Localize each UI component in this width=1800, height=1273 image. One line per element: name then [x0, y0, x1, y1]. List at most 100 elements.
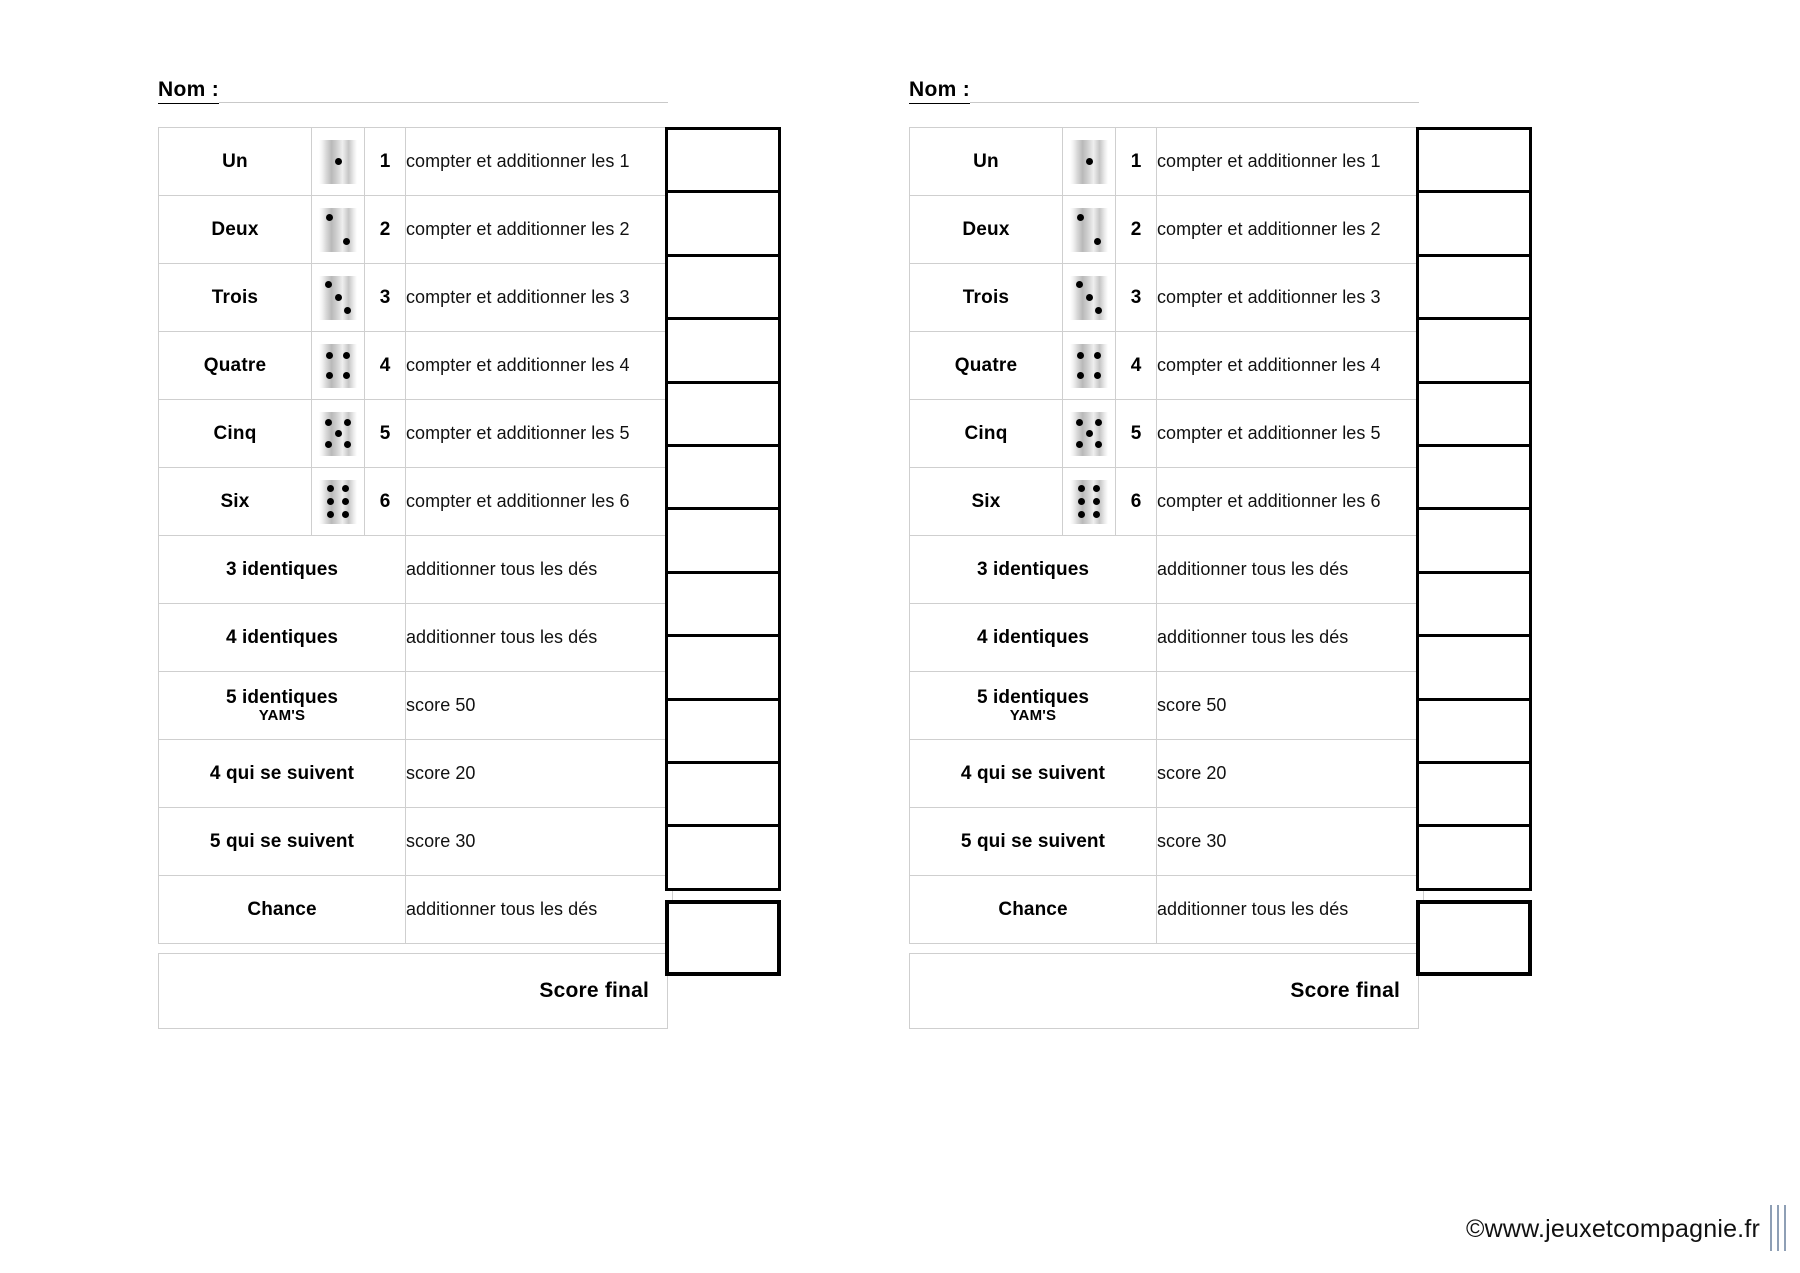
die-pip	[1077, 213, 1085, 221]
score-input-box[interactable]	[665, 253, 781, 321]
category-label-text: 4 qui se suivent	[960, 762, 1106, 784]
category-description: compter et additionner les 1	[1156, 127, 1424, 196]
die-face-2-icon	[319, 207, 357, 252]
score-input-box[interactable]	[1416, 444, 1532, 512]
score-input-box[interactable]	[1416, 317, 1532, 385]
table-row: Quatre 4 compter et additionner les 4	[909, 331, 1424, 400]
score-table: Un 1 compter et additionner les 1 Deux 2 comp…	[158, 127, 673, 944]
table-row: 5 qui se suivent score 30	[909, 807, 1424, 876]
final-score-input-box[interactable]	[1416, 900, 1532, 977]
category-description: score 50	[405, 671, 673, 740]
score-input-box[interactable]	[665, 697, 781, 765]
category-label: Deux	[158, 195, 312, 264]
category-value: 6	[1115, 467, 1157, 536]
category-label: Cinq	[158, 399, 312, 468]
name-field-row: Nom :	[158, 70, 668, 104]
die-pip	[334, 430, 342, 437]
score-input-box[interactable]	[665, 317, 781, 385]
name-input-line[interactable]	[219, 102, 668, 103]
score-input-box[interactable]	[665, 127, 781, 194]
score-input-box[interactable]	[1416, 570, 1532, 638]
category-description: score 20	[1156, 739, 1424, 808]
category-label: 4 identiques	[158, 603, 406, 672]
category-label: 5 identiques YAM'S	[158, 671, 406, 740]
category-description: compter et additionner les 4	[1156, 331, 1424, 400]
dice-cell	[311, 263, 365, 332]
category-value: 4	[364, 331, 406, 400]
dice-cell	[311, 467, 365, 536]
category-label: 5 qui se suivent	[158, 807, 406, 876]
score-card-left: Nom : Un 1 compter et additionner les 1 Deu…	[158, 0, 908, 1273]
score-input-box[interactable]	[1416, 253, 1532, 321]
score-input-box[interactable]	[1416, 697, 1532, 765]
category-label-text: 4 identiques	[976, 626, 1090, 648]
score-input-box[interactable]	[1416, 380, 1532, 448]
category-description: compter et additionner les 3	[1156, 263, 1424, 332]
final-score-input-box[interactable]	[665, 900, 781, 977]
score-input-box[interactable]	[1416, 761, 1532, 829]
die-pip	[1077, 498, 1085, 505]
category-label: Quatre	[158, 331, 312, 400]
category-description: score 50	[1156, 671, 1424, 740]
category-label: 5 identiques YAM'S	[909, 671, 1157, 740]
category-sublabel: YAM'S	[1009, 706, 1057, 724]
category-description: additionner tous les dés	[405, 535, 673, 604]
category-description: compter et additionner les 2	[405, 195, 673, 264]
die-pip	[1093, 511, 1101, 519]
score-input-box[interactable]	[665, 444, 781, 512]
category-label: 3 identiques	[158, 535, 406, 604]
die-pip	[325, 441, 333, 448]
dice-cell	[1062, 467, 1116, 536]
final-score-row: Score final	[909, 953, 1419, 1029]
score-input-box[interactable]	[665, 634, 781, 702]
score-input-box[interactable]	[1416, 634, 1532, 702]
score-input-box[interactable]	[1416, 507, 1532, 575]
name-label: Nom :	[158, 78, 219, 104]
score-input-box[interactable]	[1416, 824, 1532, 892]
die-pip	[1085, 294, 1093, 301]
category-label: 4 identiques	[909, 603, 1157, 672]
score-input-box[interactable]	[665, 824, 781, 892]
category-label: Deux	[909, 195, 1063, 264]
die-face-3-icon	[319, 275, 357, 320]
category-description: additionner tous les dés	[1156, 535, 1424, 604]
category-label: Un	[158, 127, 312, 196]
category-label: Chance	[158, 875, 406, 944]
score-input-box[interactable]	[665, 570, 781, 638]
table-row: Chance additionner tous les dés	[158, 875, 673, 944]
score-input-box[interactable]	[665, 380, 781, 448]
score-card-right: Nom : Un 1 compter et additionner les 1 Deu…	[909, 0, 1659, 1273]
dice-cell	[1062, 263, 1116, 332]
dice-cell	[1062, 127, 1116, 196]
score-table-body: Un 1 compter et additionner les 1 Deux 2 comp…	[158, 127, 673, 944]
category-value: 4	[1115, 331, 1157, 400]
die-pip	[1076, 441, 1084, 448]
score-input-box[interactable]	[665, 761, 781, 829]
die-pip	[1094, 441, 1102, 448]
die-pip	[325, 280, 333, 288]
category-value: 2	[1115, 195, 1157, 264]
die-pip	[326, 371, 334, 379]
die-pip	[1077, 511, 1085, 519]
category-label-text: 5 identiques	[976, 686, 1090, 708]
die-face-5-icon	[1070, 411, 1108, 456]
score-input-box[interactable]	[665, 507, 781, 575]
category-label: Trois	[909, 263, 1063, 332]
score-input-box[interactable]	[1416, 127, 1532, 194]
die-pip	[342, 484, 350, 492]
category-label-text: 5 qui se suivent	[960, 830, 1106, 852]
die-pip	[334, 294, 342, 301]
table-row: Cinq 5 compter et additionner les 5	[158, 399, 673, 468]
category-description: additionner tous les dés	[1156, 875, 1424, 944]
score-table-wrapper: Un 1 compter et additionner les 1 Deux 2 comp…	[909, 127, 1532, 1029]
category-label-text: Chance	[247, 898, 317, 920]
die-face-4-icon	[1070, 343, 1108, 388]
die-pip	[343, 419, 351, 426]
dice-cell	[311, 127, 365, 196]
category-label-text: 5 identiques	[225, 686, 339, 708]
final-score-label: Score final	[539, 979, 649, 1002]
score-input-box[interactable]	[1416, 190, 1532, 258]
name-input-line[interactable]	[970, 102, 1419, 103]
score-input-box[interactable]	[665, 190, 781, 258]
category-value: 1	[1115, 127, 1157, 196]
